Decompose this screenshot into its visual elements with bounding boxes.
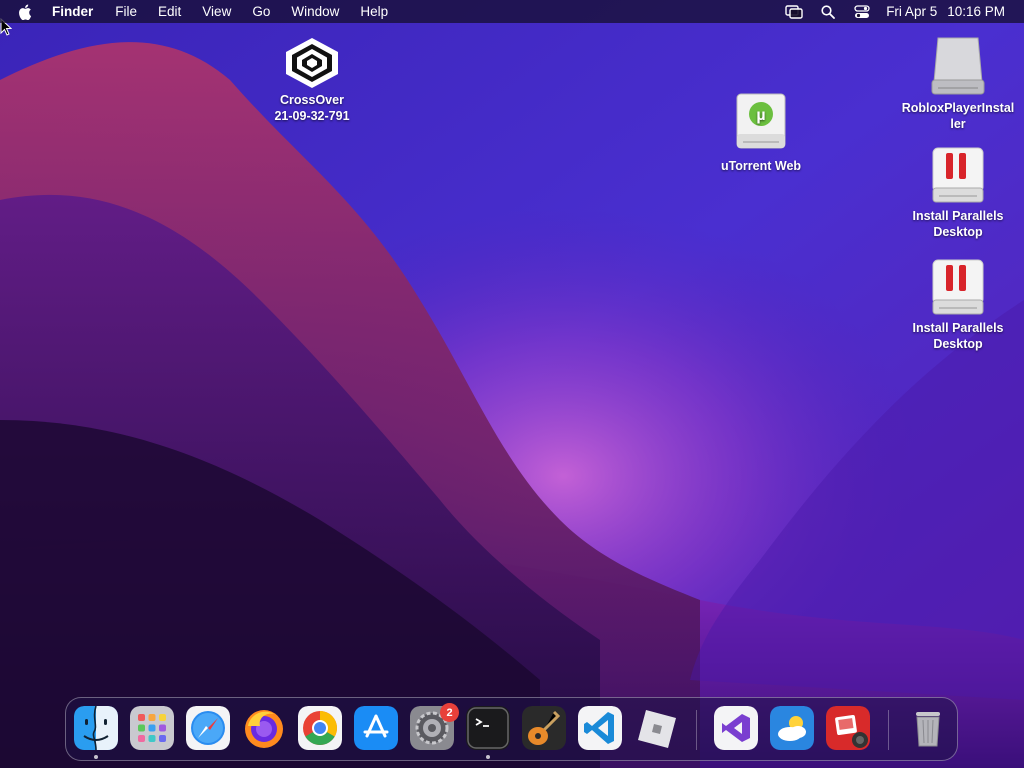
menu-bar: Finder File Edit View Go Window Help Fri… [0,0,1024,23]
desktop-item-label: ler [950,117,966,131]
dock-weather-icon[interactable] [770,706,814,750]
clock-time: 10:16 PM [947,4,1005,19]
dock-trash-icon[interactable] [906,706,950,750]
desktop-item-parallels-2[interactable]: Install Parallels Desktop [898,258,1018,352]
screen-mirroring-icon[interactable] [784,4,804,20]
dock-firefox-icon[interactable] [242,706,286,750]
apple-menu-icon[interactable] [18,3,34,21]
dock-roblox-icon[interactable] [634,706,678,750]
dock-finder-icon[interactable] [74,706,118,750]
running-indicator [94,755,98,759]
desktop-item-crossover[interactable]: CrossOver 21-09-32-791 [252,34,372,124]
dock-launchpad-icon[interactable] [130,706,174,750]
dock-vscode-icon[interactable] [578,706,622,750]
menu-go[interactable]: Go [252,4,270,19]
desktop-item-utorrent[interactable]: µ uTorrent Web [701,90,821,174]
parallels-disk-icon [932,259,984,315]
desktop-item-label: uTorrent Web [720,159,802,173]
dock [65,697,958,761]
desktop-item-label: Install Parallels [912,209,1004,223]
dock-photo-booth-icon[interactable] [826,706,870,750]
desktop-item-label: Install Parallels [912,321,1004,335]
desktop-item-label: CrossOver [280,93,344,107]
utorrent-disk-icon: µ [736,93,786,149]
menu-window[interactable]: Window [291,4,339,19]
menu-file[interactable]: File [115,4,137,19]
menu-view[interactable]: View [202,4,231,19]
parallels-disk-icon [932,147,984,203]
spotlight-search-icon[interactable] [818,4,838,20]
dock-terminal-icon[interactable] [466,706,510,750]
menu-help[interactable]: Help [360,4,388,19]
menu-app-name[interactable]: Finder [52,4,93,19]
running-indicator [486,755,490,759]
desktop-item-parallels-1[interactable]: Install Parallels Desktop [898,146,1018,240]
dock-visual-studio-icon[interactable] [714,706,758,750]
dock-separator [696,710,697,750]
dock-chrome-icon[interactable] [298,706,342,750]
clock-date: Fri Apr 5 [886,4,938,19]
dock-garageband-icon[interactable] [522,706,566,750]
desktop-item-label: Desktop [933,337,983,351]
dock-app-store-icon[interactable] [354,706,398,750]
dock-separator [888,710,889,750]
notification-badge: 2 [440,703,459,722]
menu-clock[interactable]: Fri Apr 5 10:16 PM [886,4,1005,19]
desktop-item-label: 21-09-32-791 [274,109,350,123]
control-center-icon[interactable] [852,4,872,20]
desktop-wallpaper [0,0,1024,768]
desktop-item-label: RobloxPlayerInstal [901,101,1015,115]
menu-edit[interactable]: Edit [158,4,181,19]
svg-text:µ: µ [756,107,765,124]
dock-safari-icon[interactable] [186,706,230,750]
disk-image-icon [931,37,985,95]
crossover-icon [286,38,338,88]
desktop-item-roblox-installer[interactable]: RobloxPlayerInstal ler [898,34,1018,132]
desktop-item-label: Desktop [933,225,983,239]
